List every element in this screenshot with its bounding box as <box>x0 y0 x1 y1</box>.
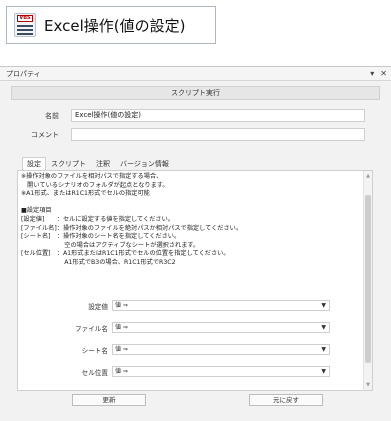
tab-script[interactable]: スクリプト <box>46 157 91 170</box>
update-button[interactable]: 更新 <box>72 394 146 406</box>
tab-version-info[interactable]: バージョン情報 <box>115 157 174 170</box>
description-line: [シート名] ：操作対象のシート名を指定してください。 <box>21 233 181 241</box>
scroll-up-icon[interactable]: ▲ <box>364 172 372 180</box>
param-row-value: 設定値 値 ⇒ ▼ <box>18 300 330 311</box>
description-line: [設定値] ：セルに設定する値を指定してください。 <box>21 215 174 223</box>
param-row-filename: ファイル名 値 ⇒ ▼ <box>18 322 330 333</box>
name-label: 名前 <box>45 111 59 120</box>
tab-notes[interactable]: 注釈 <box>91 157 115 170</box>
scroll-down-icon[interactable]: ▼ <box>364 381 372 389</box>
name-field[interactable]: Excel操作(値の設定) <box>71 109 365 122</box>
revert-button[interactable]: 元に戻す <box>249 394 323 406</box>
pin-menu-icon[interactable]: ▾ <box>370 69 374 78</box>
name-row: 名前 Excel操作(値の設定) <box>11 109 365 122</box>
dropdown-arrow-icon: ▼ <box>321 368 326 375</box>
cell-dropdown[interactable]: 値 ⇒ ▼ <box>112 366 330 377</box>
dropdown-arrow-icon: ▼ <box>321 302 326 309</box>
vbs-icon-label: VBS <box>17 15 33 22</box>
description-text: ※操作対象のファイルを相対パスで指定する場合、 開いているシナリオのフォルダが起… <box>21 173 361 268</box>
param-label: ファイル名 <box>75 324 108 333</box>
comment-label: コメント <box>31 130 59 139</box>
param-row-sheet: シート名 値 ⇒ ▼ <box>18 344 330 355</box>
param-label: 設定値 <box>88 302 108 311</box>
filename-dropdown[interactable]: 値 ⇒ ▼ <box>112 322 330 333</box>
property-panel: プロパティ ▾ ✕ スクリプト実行 名前 Excel操作(値の設定) コメント … <box>0 66 391 421</box>
activity-header: VBS Excel操作(値の設定) <box>6 6 216 44</box>
description-line: A1形式でB3の場合、R1C1形式でR3C2 <box>21 258 176 266</box>
param-label: セル位置 <box>81 368 108 377</box>
comment-row: コメント <box>11 128 365 141</box>
settings-content: ※操作対象のファイルを相対パスで指定する場合、 開いているシナリオのフォルダが起… <box>17 170 373 391</box>
dropdown-arrow-icon: ▼ <box>321 346 326 353</box>
description-line: ※操作対象のファイルを相対パスで指定する場合、 <box>21 173 163 180</box>
description-line: ■設定項目 <box>21 207 52 215</box>
description-line: [セル位置] ：A1形式またはR1C1形式でセルの位置を指定してください。 <box>21 250 230 258</box>
tab-bar: 設定 スクリプト 注釈 バージョン情報 <box>22 157 174 170</box>
value-dropdown[interactable]: 値 ⇒ ▼ <box>112 300 330 311</box>
panel-titlebar: プロパティ ▾ ✕ <box>0 67 391 81</box>
param-row-cell: セル位置 値 ⇒ ▼ <box>18 366 330 377</box>
activity-title: Excel操作(値の設定) <box>44 16 186 35</box>
vbs-script-icon: VBS <box>14 13 36 37</box>
param-label: シート名 <box>81 346 108 355</box>
description-line: 開いているシナリオのフォルダが起点となります。 <box>21 181 169 189</box>
sheet-dropdown[interactable]: 値 ⇒ ▼ <box>112 344 330 355</box>
tab-settings[interactable]: 設定 <box>22 157 46 170</box>
close-icon[interactable]: ✕ <box>380 69 387 78</box>
description-line <box>21 199 361 208</box>
vertical-scrollbar[interactable]: ▲ ▼ <box>363 171 372 390</box>
description-line: ※A1形式、またはR1C1形式でセルの指定可能 <box>21 190 150 198</box>
section-title: スクリプト実行 <box>11 86 380 100</box>
dropdown-arrow-icon: ▼ <box>321 324 326 331</box>
panel-title: プロパティ <box>6 69 41 78</box>
scrollbar-thumb[interactable] <box>365 195 371 363</box>
description-line: [ファイル名]：操作対象のファイルを絶対パスか相対パスで指定してください。 <box>21 224 243 232</box>
comment-field[interactable] <box>71 128 365 141</box>
